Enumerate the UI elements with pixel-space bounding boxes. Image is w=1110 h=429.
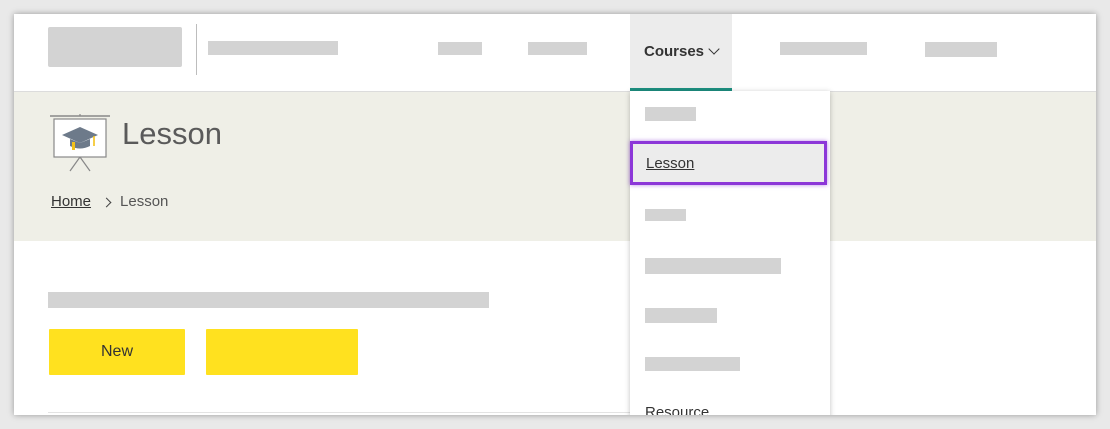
content-text-placeholder — [48, 292, 489, 308]
presentation-board-icon — [50, 114, 110, 172]
courses-dropdown-menu: Lesson Resource — [630, 91, 830, 415]
dropdown-item-6[interactable] — [645, 357, 740, 371]
dropdown-item-5[interactable] — [645, 308, 717, 323]
breadcrumb-current: Lesson — [120, 193, 169, 210]
breadcrumb: Home Lesson — [51, 193, 168, 210]
browser-viewport: Courses Lesson Home Lesson New Lesson Re… — [14, 14, 1096, 415]
dropdown-item-lesson[interactable]: Lesson — [630, 141, 827, 185]
nav-item-4[interactable] — [780, 42, 867, 55]
page-title: Lesson — [122, 116, 222, 151]
header-divider — [196, 24, 197, 75]
site-header: Courses — [14, 14, 1096, 92]
dropdown-item-4[interactable] — [645, 258, 781, 274]
dropdown-item-3[interactable] — [645, 209, 686, 221]
breadcrumb-home-link[interactable]: Home — [51, 193, 91, 210]
chevron-right-icon — [101, 197, 112, 208]
nav-item-5[interactable] — [925, 42, 997, 57]
nav-item-courses[interactable]: Courses — [630, 14, 732, 91]
page-hero: Lesson Home Lesson — [14, 92, 1096, 241]
content-divider — [48, 412, 638, 413]
nav-courses-label: Courses — [643, 42, 705, 60]
new-button[interactable]: New — [49, 329, 185, 375]
site-name-placeholder — [208, 41, 338, 55]
site-logo[interactable] — [48, 27, 182, 67]
dropdown-item-1[interactable] — [645, 107, 696, 121]
secondary-action-button[interactable] — [206, 329, 358, 375]
nav-item-2[interactable] — [528, 42, 587, 55]
chevron-down-icon — [708, 43, 720, 55]
dropdown-item-resource[interactable]: Resource — [645, 404, 709, 415]
nav-item-1[interactable] — [438, 42, 482, 55]
